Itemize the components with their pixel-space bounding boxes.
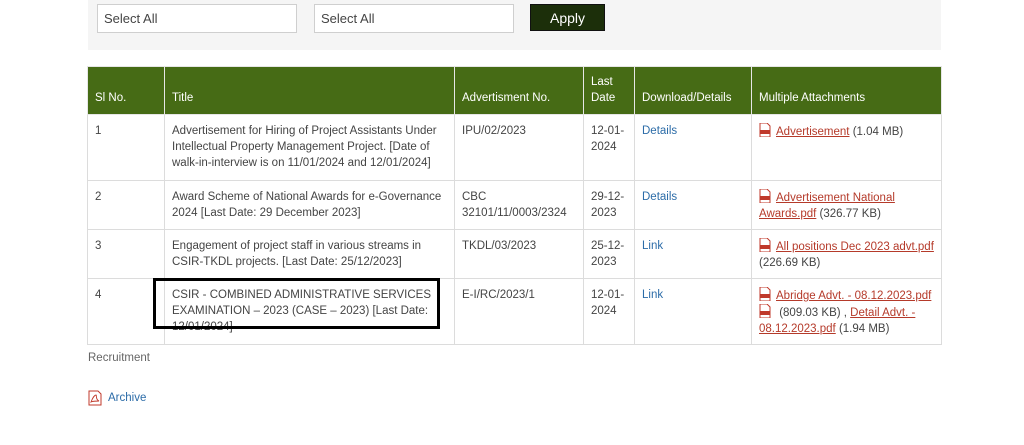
table-row: 4 CSIR - COMBINED ADMINISTRATIVE SERVICE…: [87, 278, 942, 345]
archive-label: Archive: [108, 392, 147, 404]
attachment-size: (226.69 KB): [759, 257, 821, 269]
table-row: 2 Award Scheme of National Awards for e-…: [87, 180, 942, 230]
cell-sl-no: 1: [87, 114, 165, 181]
attachment-link[interactable]: All positions Dec 2023 advt.pdf: [776, 241, 934, 253]
header-adv-no: Advertisment No.: [454, 66, 584, 115]
cell-last-date: 25-12-2023: [583, 229, 635, 279]
attachment-link[interactable]: Advertisement: [776, 126, 850, 138]
cell-details: Link: [634, 229, 752, 279]
recruitment-table: Sl No. Title Advertisment No. Last Date …: [87, 66, 942, 345]
cell-adv-no: CBC 32101/11/0003/2324: [454, 180, 584, 230]
pdf-icon: [759, 122, 771, 138]
table-row: 1 Advertisement for Hiring of Project As…: [87, 114, 942, 181]
header-attachments: Multiple Attachments: [751, 66, 942, 115]
cell-sl-no: 2: [87, 180, 165, 230]
details-link[interactable]: Details: [642, 191, 677, 203]
cell-title: Advertisement for Hiring of Project Assi…: [164, 114, 455, 181]
attachment-size: (1.94 MB): [835, 323, 890, 335]
pdf-icon: [759, 237, 771, 253]
cell-attachments: Advertisement National Awards.pdf (326.7…: [751, 180, 942, 230]
cell-title: Award Scheme of National Awards for e-Go…: [164, 180, 455, 230]
details-link[interactable]: Link: [642, 240, 663, 252]
cell-sl-no: 3: [87, 229, 165, 279]
attachment-size: (1.04 MB): [849, 126, 904, 138]
cell-last-date: 12-01-2024: [583, 114, 635, 181]
cell-adv-no: TKDL/03/2023: [454, 229, 584, 279]
cell-title: CSIR - COMBINED ADMINISTRATIVE SERVICES …: [164, 278, 455, 345]
apply-button[interactable]: Apply: [530, 4, 605, 31]
header-last-date: Last Date: [583, 66, 635, 115]
details-link[interactable]: Link: [642, 289, 663, 301]
details-link[interactable]: Details: [642, 125, 677, 137]
filter-bar: Select All Select All Apply: [88, 0, 941, 50]
archive-icon: [87, 390, 103, 406]
cell-details: Details: [634, 180, 752, 230]
recruitment-label: Recruitment: [88, 352, 150, 364]
pdf-icon: [759, 303, 771, 319]
attachment-size: (326.77 KB): [816, 208, 881, 220]
table-row: 3 Engagement of project staff in various…: [87, 229, 942, 279]
cell-adv-no: IPU/02/2023: [454, 114, 584, 181]
attachment-link[interactable]: Abridge Advt. - 08.12.2023.pdf: [776, 290, 931, 302]
cell-attachments: Advertisement (1.04 MB): [751, 114, 942, 181]
cell-attachments: Abridge Advt. - 08.12.2023.pdf (809.03 K…: [751, 278, 942, 345]
cell-last-date: 12-01-2024: [583, 278, 635, 345]
pdf-icon: [759, 188, 771, 204]
header-download-details: Download/Details: [634, 66, 752, 115]
cell-last-date: 29-12-2023: [583, 180, 635, 230]
filter-select-2[interactable]: Select All: [314, 4, 514, 33]
cell-adv-no: E-I/RC/2023/1: [454, 278, 584, 345]
attachment-size: (809.03 KB) ,: [776, 307, 851, 319]
cell-sl-no: 4: [87, 278, 165, 345]
cell-title: Engagement of project staff in various s…: [164, 229, 455, 279]
header-title: Title: [164, 66, 455, 115]
cell-attachments: All positions Dec 2023 advt.pdf (226.69 …: [751, 229, 942, 279]
cell-details: Details: [634, 114, 752, 181]
filter-select-1[interactable]: Select All: [97, 4, 297, 33]
archive-link[interactable]: Archive: [87, 390, 146, 406]
pdf-icon: [759, 286, 771, 302]
header-sl-no: Sl No.: [87, 66, 165, 115]
cell-details: Link: [634, 278, 752, 345]
table-header-row: Sl No. Title Advertisment No. Last Date …: [87, 66, 942, 115]
